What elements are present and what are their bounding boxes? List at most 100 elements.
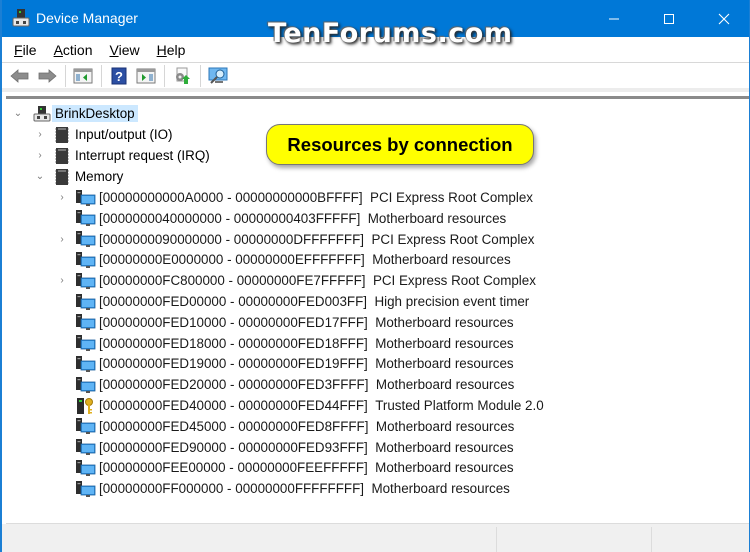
menu-help-label: elp: [166, 41, 186, 58]
chevron-placeholder: [56, 212, 68, 224]
help-button[interactable]: ?: [107, 65, 131, 87]
menu-file[interactable]: File: [14, 42, 37, 58]
callout-resources-by-connection: Resources by connection: [266, 124, 534, 165]
memory-entry-row[interactable]: [0000000040000000 - 00000000403FFFFF] Mo…: [56, 208, 509, 229]
tree-root-node[interactable]: ⌄ BrinkDesktop: [12, 103, 138, 124]
chevron-placeholder: [56, 337, 68, 349]
memory-entry-row[interactable]: › [00000000000A0000 - 00000000000BFFFF] P…: [56, 187, 536, 208]
show-hide-console-tree-button[interactable]: [71, 65, 95, 87]
scan-hardware-icon: [208, 67, 228, 84]
menu-view[interactable]: View: [110, 42, 140, 58]
close-button[interactable]: [697, 0, 750, 37]
computer-device-icon: [76, 334, 96, 352]
memory-range: [00000000000A0000 - 00000000000BFFFF]: [99, 190, 363, 205]
memory-range: [00000000FED18000 - 00000000FED18FFF]: [99, 335, 368, 351]
maximize-icon: [664, 13, 674, 24]
expand-chevron-icon[interactable]: ›: [56, 192, 68, 204]
memory-entry-row[interactable]: [00000000FED90000 - 00000000FED93FFF] Mo…: [56, 437, 517, 458]
menu-action-label: ction: [62, 41, 93, 58]
tree-category-io[interactable]: › Input/output (IO): [34, 124, 176, 145]
computer-device-icon: [76, 251, 96, 269]
device-name: High precision event timer: [374, 294, 530, 309]
tree-category-irq[interactable]: › Interrupt request (IRQ): [34, 145, 213, 166]
forward-button[interactable]: [35, 65, 59, 87]
memory-entry-row[interactable]: [00000000FEE00000 - 00000000FEEFFFFF] Mo…: [56, 457, 517, 478]
update-driver-icon: [176, 67, 190, 84]
computer-device-icon: [76, 272, 96, 290]
show-hide-action-pane-button[interactable]: [134, 65, 158, 87]
memory-entry-row[interactable]: [00000000FED19000 - 00000000FED19FFF] Mo…: [56, 353, 517, 374]
device-name: PCI Express Root Complex: [370, 190, 533, 205]
memory-range: [0000000090000000 - 00000000DFFFFFFF]: [99, 231, 365, 247]
device-name: Motherboard resources: [375, 356, 514, 372]
memory-chip-icon: [52, 147, 72, 165]
expand-chevron-icon[interactable]: ›: [34, 129, 46, 141]
memory-entry-row[interactable]: [00000000FED18000 - 00000000FED18FFF] Mo…: [56, 333, 517, 354]
memory-entry-row[interactable]: [00000000FED40000 - 00000000FED44FFF] Tr…: [56, 395, 547, 416]
expand-chevron-icon[interactable]: ›: [56, 275, 68, 287]
toolbar-separator: [101, 65, 102, 87]
memory-entry-row[interactable]: [00000000FED00000 - 00000000FED003FF] Hi…: [56, 291, 532, 312]
chevron-placeholder: [56, 441, 68, 453]
memory-range: [00000000FED00000 - 00000000FED003FF]: [99, 294, 367, 309]
minimize-button[interactable]: [587, 0, 641, 37]
update-driver-button[interactable]: [170, 65, 194, 87]
memory-entry-row[interactable]: [00000000FF000000 - 00000000FFFFFFFF] Mo…: [56, 478, 513, 499]
menu-file-label: ile: [22, 41, 37, 58]
chevron-placeholder: [56, 379, 68, 391]
tree-root-label: BrinkDesktop: [52, 105, 138, 122]
memory-range: [00000000FED19000 - 00000000FED19FFF]: [99, 356, 368, 372]
toolbar-separator: [65, 65, 66, 87]
device-manager-app-icon: [12, 9, 30, 27]
memory-entry-label: [00000000FED40000 - 00000000FED44FFF] Tr…: [96, 397, 547, 414]
memory-entry-row[interactable]: [00000000E0000000 - 00000000EFFFFFFF] Mo…: [56, 249, 514, 270]
memory-entry-row[interactable]: › [00000000FC800000 - 00000000FE7FFFFF] P…: [56, 270, 539, 291]
toolbar-separator: [164, 65, 165, 87]
device-name: Trusted Platform Module 2.0: [375, 398, 544, 413]
status-segment: [496, 527, 651, 552]
memory-entry-label: [00000000FED00000 - 00000000FED003FF] Hi…: [96, 293, 532, 310]
close-icon: [718, 13, 730, 24]
chevron-placeholder: [56, 420, 68, 432]
memory-entry-row[interactable]: [00000000FED45000 - 00000000FED8FFFF] Mo…: [56, 416, 517, 437]
memory-range: [00000000FED20000 - 00000000FED3FFFF]: [99, 377, 369, 393]
memory-entry-row[interactable]: [00000000FED10000 - 00000000FED17FFF] Mo…: [56, 312, 517, 333]
device-manager-window: Device Manager TenForums.com File Action…: [0, 0, 750, 552]
chevron-placeholder: [56, 254, 68, 266]
memory-entry-label: [00000000FED45000 - 00000000FED8FFFF] Mo…: [96, 418, 517, 435]
security-key-icon: [76, 397, 96, 415]
tree-category-label: Input/output (IO): [75, 127, 173, 142]
memory-range: [00000000FED10000 - 00000000FED17FFF]: [99, 314, 368, 330]
device-name: Motherboard resources: [375, 377, 515, 393]
device-name: Motherboard resources: [371, 481, 510, 497]
window-title: Device Manager: [36, 10, 138, 26]
tree-category-memory[interactable]: ⌄ Memory: [34, 166, 126, 187]
back-button[interactable]: [8, 65, 32, 87]
computer-device-icon: [76, 313, 96, 331]
computer-root-icon: [32, 105, 52, 123]
menu-action[interactable]: Action: [54, 42, 93, 58]
computer-device-icon: [76, 417, 96, 435]
expand-chevron-icon[interactable]: ›: [56, 233, 68, 245]
help-icon: ?: [111, 67, 127, 85]
memory-entry-row[interactable]: › [0000000090000000 - 00000000DFFFFFFF] P…: [56, 229, 537, 250]
memory-entry-label: [00000000000A0000 - 00000000000BFFFF] PC…: [96, 189, 536, 206]
computer-device-icon: [76, 189, 96, 207]
maximize-button[interactable]: [642, 0, 696, 37]
status-bar: [2, 524, 749, 552]
expand-chevron-icon[interactable]: ›: [34, 150, 46, 162]
memory-range: [00000000E0000000 - 00000000EFFFFFFF]: [99, 252, 365, 268]
chevron-placeholder: [56, 400, 68, 412]
scan-hardware-button[interactable]: [206, 65, 230, 87]
computer-device-icon: [76, 459, 96, 477]
menu-help[interactable]: Help: [157, 42, 186, 58]
menu-action-accel: A: [53, 41, 63, 58]
memory-entry-row[interactable]: [00000000FED20000 - 00000000FED3FFFF] Mo…: [56, 374, 517, 395]
chevron-placeholder: [56, 483, 68, 495]
computer-device-icon: [76, 209, 96, 227]
memory-entry-label: [00000000FEE00000 - 00000000FEEFFFFF] Mo…: [96, 459, 517, 476]
memory-range: [00000000FED90000 - 00000000FED93FFF]: [99, 439, 368, 455]
collapse-chevron-icon[interactable]: ⌄: [34, 171, 46, 183]
chevron-placeholder: [56, 316, 68, 328]
collapse-chevron-icon[interactable]: ⌄: [12, 108, 24, 120]
